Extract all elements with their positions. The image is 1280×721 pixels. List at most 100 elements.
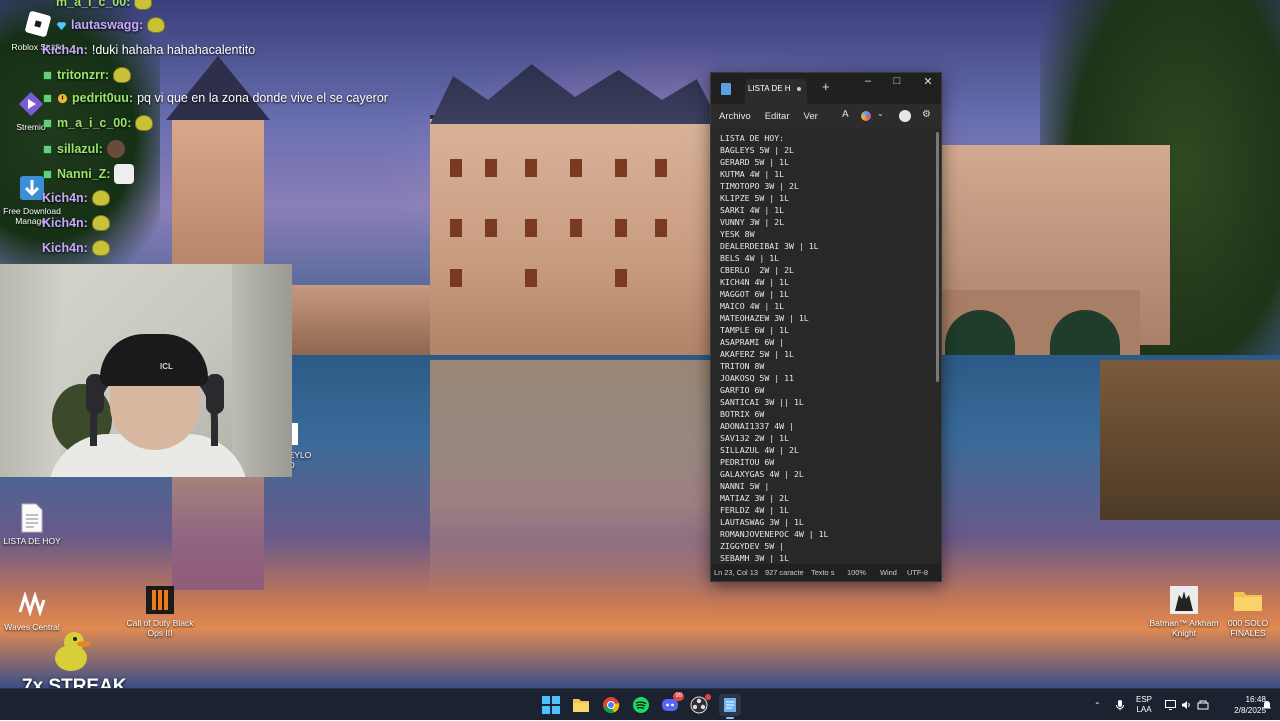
chevron-down-icon[interactable]: ⌄: [877, 109, 884, 118]
pepe-emote-icon: [135, 115, 154, 131]
maximize-button[interactable]: □: [882, 75, 912, 87]
chat-message: Kich4n:: [42, 215, 110, 231]
network-icon[interactable]: [1197, 689, 1209, 721]
start-button[interactable]: [541, 695, 561, 715]
sword-badge-icon: [43, 170, 52, 178]
chat-message: tritonzrr:: [42, 67, 132, 83]
taskbar: 99 ⌃ ESP LAA 16:48 2/8/2025: [0, 688, 1280, 720]
batman-icon: [1168, 584, 1200, 616]
chat-message: Nanni_Z:: [42, 164, 135, 184]
beanie: ICL: [100, 334, 208, 386]
line-ending: Wind: [880, 568, 897, 577]
notepad-icon: [724, 698, 736, 712]
language-code: ESP: [1136, 695, 1153, 704]
folder-icon: [573, 699, 589, 712]
discord-button[interactable]: 99: [660, 692, 684, 715]
face-emote-icon: [106, 140, 125, 158]
notepad-window[interactable]: LISTA DE H + – □ ✕ Archivo Editar Ver A …: [710, 72, 942, 582]
pepe-emote-icon: [113, 67, 132, 83]
volume-icon[interactable]: [1181, 689, 1192, 721]
chat-text: !duki hahaha hahahacalentito: [91, 43, 256, 57]
account-icon[interactable]: [899, 110, 911, 122]
notifications-icon[interactable]: [1262, 689, 1272, 721]
chat-username: m_a_i_c_00:: [57, 116, 132, 130]
pepe-emote-icon: [91, 240, 110, 256]
file-explorer-button[interactable]: [571, 695, 591, 715]
stream-chat-overlay: m_a_i_c_00: lautaswagg: Kich4n: !duki ha…: [0, 0, 420, 260]
castle-reflection: [430, 360, 720, 600]
desktop-icon-call-of-duty[interactable]: Call of Duty Black Ops III: [122, 584, 198, 638]
pepe-emote-icon: [91, 215, 110, 231]
pepe-emote-icon: [91, 190, 110, 206]
minimize-button[interactable]: –: [853, 75, 883, 87]
desktop-icon-solo-finales[interactable]: 000 SOLO FINALES: [1210, 584, 1280, 638]
black-ops-icon: [144, 584, 176, 616]
chat-username: pedrit0uu:: [72, 91, 134, 105]
menu-archivo[interactable]: Archivo: [719, 111, 751, 122]
chat-text: pq vi que en la zona donde vive el se ca…: [137, 91, 388, 105]
text-editor[interactable]: LISTA DE HOY: BAGLEYS 5W | 2L GERARD 5W …: [711, 128, 941, 565]
notepad-taskbar-button[interactable]: [719, 694, 741, 716]
river-bank: [1100, 360, 1280, 520]
notification-badge: 99: [673, 692, 684, 701]
unsaved-dot-icon: [797, 87, 801, 91]
chat-message: lautaswagg:: [56, 17, 166, 33]
chrome-button[interactable]: [601, 695, 621, 715]
new-tab-button[interactable]: +: [822, 79, 830, 94]
pepe-emote-icon: [134, 0, 153, 10]
zoom-level[interactable]: 100%: [847, 564, 866, 581]
chat-message: Kich4n:: [42, 190, 110, 206]
spotify-icon: [633, 697, 649, 713]
desktop-icon-label: Call of Duty Black Ops III: [126, 618, 194, 638]
desktop-icon-label: LISTA DE HOY: [3, 536, 61, 546]
text-file-icon: [16, 502, 48, 534]
language-indicator[interactable]: ESP LAA: [1136, 689, 1152, 721]
editor-content[interactable]: LISTA DE HOY: BAGLEYS 5W | 2L GERARD 5W …: [711, 128, 941, 564]
notepad-titlebar[interactable]: LISTA DE H + – □ ✕: [711, 73, 941, 104]
menu-ver[interactable]: Ver: [804, 111, 818, 122]
chat-username: Kich4n:: [42, 241, 88, 255]
gear-icon[interactable]: ⚙: [922, 109, 931, 120]
heart-badge-icon: [56, 21, 67, 30]
show-hidden-icons-button[interactable]: ⌃: [1094, 689, 1101, 721]
spotify-button[interactable]: [631, 695, 651, 715]
desktop-icon-label: Batman™ Arkham Knight: [1149, 618, 1219, 638]
chat-username: Kich4n:: [42, 43, 88, 57]
beanie-logo: ICL: [160, 362, 173, 371]
sword-badge-icon: [43, 119, 52, 127]
chat-message: sillazul:: [42, 140, 125, 158]
recording-dot-icon: [705, 694, 711, 700]
tower-reflection: [172, 470, 264, 590]
webcam-overlay: ICL: [0, 264, 292, 477]
chat-message: m_a_i_c_00:: [42, 115, 154, 131]
cursor-position: Ln 23, Col 13: [714, 568, 758, 577]
windows-logo-icon: [542, 696, 560, 714]
char-count: 927 caracte: [765, 568, 804, 577]
chat-username: sillazul:: [57, 142, 103, 156]
monitor-icon[interactable]: [1165, 689, 1176, 721]
close-button[interactable]: ✕: [913, 75, 943, 88]
encoding: UTF-8: [907, 568, 928, 577]
chat-username: tritonzrr:: [57, 68, 110, 82]
text-format: Texto s: [811, 568, 835, 577]
desktop-icon-waves-central[interactable]: Waves Central: [0, 588, 70, 632]
sword-badge-icon: [43, 145, 52, 153]
desktop-icon-label: 000 SOLO FINALES: [1227, 618, 1269, 638]
obs-button[interactable]: [689, 694, 711, 715]
tab-lista-de-hoy[interactable]: LISTA DE H: [745, 79, 807, 104]
microphone-icon[interactable]: [1115, 689, 1125, 721]
folder-icon: [1232, 584, 1264, 616]
region-code: LAA: [1136, 705, 1152, 714]
desktop-icon-lista-de-hoy[interactable]: LISTA DE HOY: [0, 502, 70, 546]
tab-title: LISTA DE H: [748, 84, 791, 93]
font-size-icon[interactable]: A: [842, 109, 849, 120]
chat-username: lautaswagg:: [71, 18, 144, 32]
copilot-icon[interactable]: [861, 111, 871, 121]
vertical-scrollbar[interactable]: [936, 132, 939, 382]
chat-message: m_a_i_c_00:: [56, 0, 153, 10]
menu-editar[interactable]: Editar: [765, 111, 790, 122]
chrome-icon: [603, 697, 620, 714]
sword-badge-icon: [43, 94, 52, 102]
chat-username: Kich4n:: [42, 191, 88, 205]
chat-message: Kich4n: !duki hahaha hahahacalentito: [42, 43, 255, 57]
